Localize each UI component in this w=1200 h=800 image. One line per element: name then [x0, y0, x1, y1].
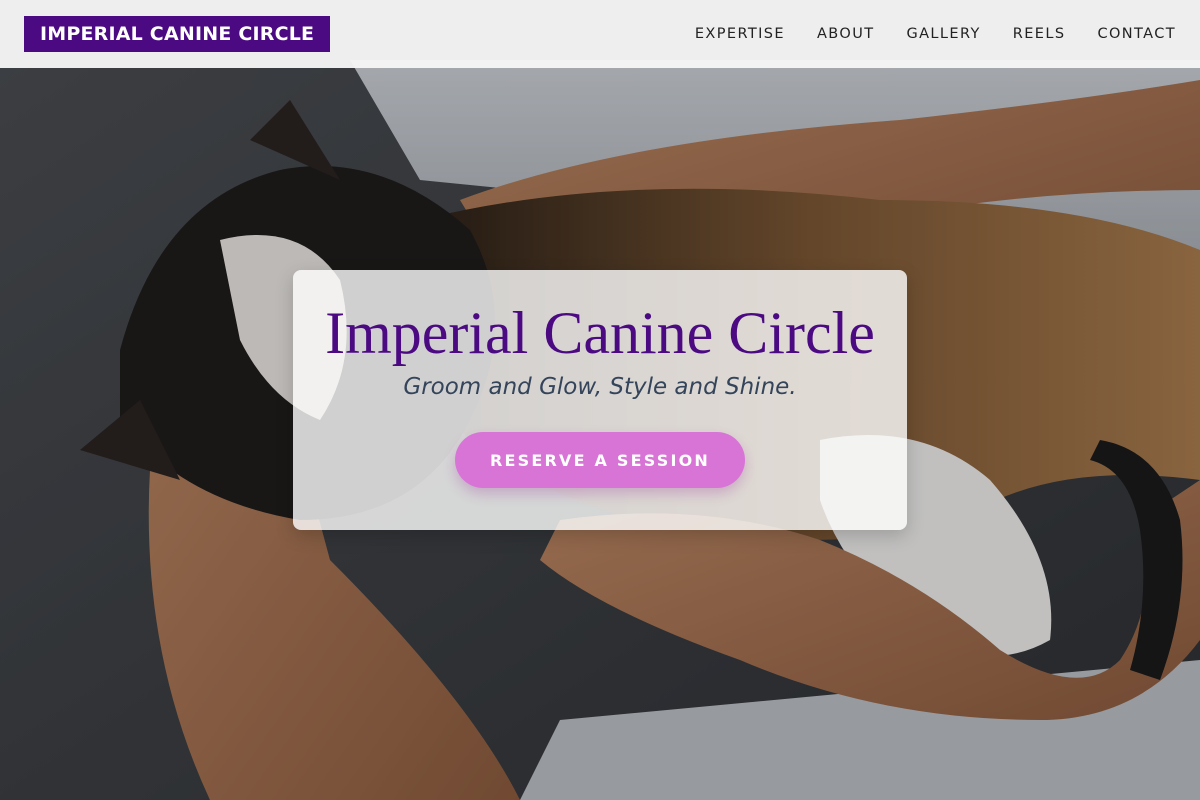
nav-link-about[interactable]: ABOUT — [817, 26, 875, 42]
site-header: IMPERIAL CANINE CIRCLE EXPERTISE ABOUT G… — [0, 0, 1200, 68]
site-logo[interactable]: IMPERIAL CANINE CIRCLE — [24, 16, 331, 52]
hero-card: Imperial Canine Circle Groom and Glow, S… — [293, 270, 907, 530]
nav-link-contact[interactable]: CONTACT — [1097, 26, 1176, 42]
hero-title: Imperial Canine Circle — [325, 300, 875, 366]
page: IMPERIAL CANINE CIRCLE EXPERTISE ABOUT G… — [0, 0, 1200, 800]
hero-tagline: Groom and Glow, Style and Shine. — [403, 374, 797, 400]
nav-link-gallery[interactable]: GALLERY — [906, 26, 980, 42]
nav-link-reels[interactable]: REELS — [1013, 26, 1066, 42]
main-nav: EXPERTISE ABOUT GALLERY REELS CONTACT — [663, 26, 1176, 42]
nav-link-expertise[interactable]: EXPERTISE — [695, 26, 785, 42]
reserve-session-button[interactable]: RESERVE A SESSION — [455, 432, 745, 488]
